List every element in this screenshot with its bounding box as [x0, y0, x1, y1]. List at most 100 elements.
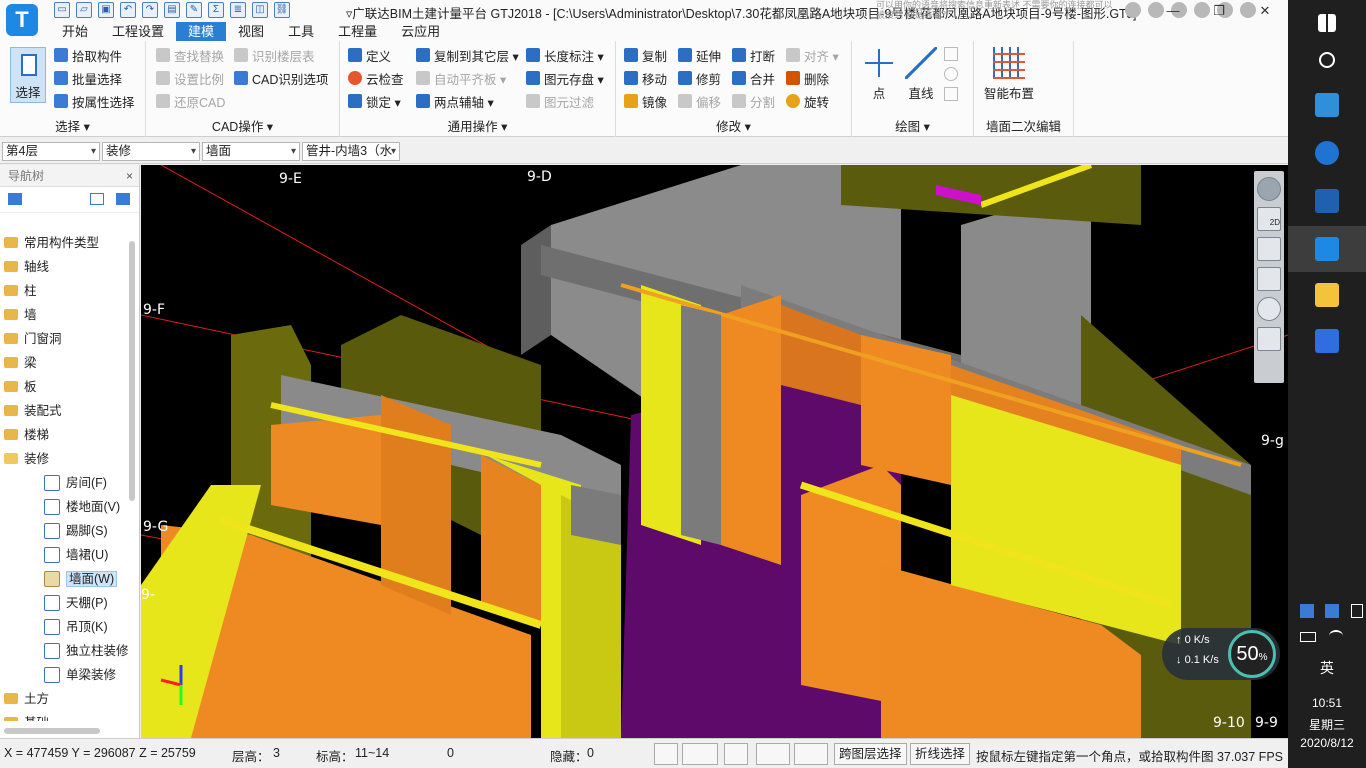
- undo-icon[interactable]: ↶: [120, 2, 136, 18]
- tree-item[interactable]: 门窗洞: [0, 327, 128, 351]
- redo-icon[interactable]: ↷: [142, 2, 158, 18]
- close-button[interactable]: ✕: [1242, 0, 1288, 22]
- delete-button[interactable]: 删除: [786, 68, 829, 88]
- mirror-button[interactable]: 镜像: [624, 91, 667, 111]
- cloud-check-button[interactable]: 云检查: [348, 68, 404, 88]
- tree-subitem-floor-surface[interactable]: 楼地面(V): [0, 495, 128, 519]
- clock-time[interactable]: 10:51: [1288, 696, 1366, 710]
- view-3d-icon[interactable]: [1257, 237, 1281, 261]
- element-save-button[interactable]: 图元存盘 ▾: [526, 68, 604, 88]
- tool-icon[interactable]: ✎: [186, 2, 202, 18]
- search-hint[interactable]: 可以用你的语音将搜索信息重新表述 不需要你的连接都可以被搜到 你是谁呢？: [876, 0, 1121, 22]
- wifi-icon[interactable]: [1329, 630, 1344, 642]
- clock-date[interactable]: 2020/8/12: [1288, 736, 1366, 750]
- cross-icon[interactable]: [724, 743, 748, 765]
- tree-subitem-skirting[interactable]: 踢脚(S): [0, 519, 128, 543]
- net-speed-widget[interactable]: ↑ 0 K/s ↓ 0.1 K/s 50%: [1162, 628, 1280, 680]
- identify-floor-button[interactable]: 识别楼层表: [234, 45, 315, 65]
- battery-icon[interactable]: [1300, 632, 1316, 642]
- length-dim-button[interactable]: 长度标注 ▾: [526, 45, 604, 65]
- tree-item[interactable]: 轴线: [0, 255, 128, 279]
- tree-item[interactable]: 柱: [0, 279, 128, 303]
- taskbar-app[interactable]: [1288, 178, 1366, 224]
- tree-item[interactable]: 板: [0, 375, 128, 399]
- orbit-icon[interactable]: [1257, 177, 1281, 201]
- tab-view[interactable]: 视图: [226, 22, 276, 41]
- tab-modeling[interactable]: 建模: [176, 22, 227, 41]
- smart-layout-button[interactable]: 智能布置: [980, 47, 1038, 102]
- cross-layer-select-button[interactable]: 跨图层选择: [834, 743, 907, 765]
- align-button[interactable]: 对齐 ▾: [786, 45, 839, 65]
- nav-close-icon[interactable]: ×: [126, 165, 133, 187]
- rotate-view-icon[interactable]: [1257, 297, 1281, 321]
- snap-icon[interactable]: [682, 743, 718, 765]
- rectangle-icon[interactable]: [944, 87, 958, 101]
- select-by-attribute-button[interactable]: 按属性选择: [54, 91, 135, 111]
- add-icon[interactable]: [8, 193, 22, 205]
- copy-to-floor-button[interactable]: 复制到其它层 ▾: [416, 45, 519, 65]
- grid-view-icon[interactable]: [116, 193, 130, 205]
- point-button[interactable]: 点: [862, 47, 896, 102]
- select-button[interactable]: 选择: [10, 47, 46, 103]
- two-point-axis-button[interactable]: 两点辅轴 ▾: [416, 91, 494, 111]
- trim-button[interactable]: 修剪: [678, 68, 721, 88]
- common-group-label[interactable]: 通用操作 ▾: [340, 116, 615, 135]
- tab-start[interactable]: 开始: [50, 22, 100, 41]
- volume-icon[interactable]: [1350, 604, 1363, 618]
- list-view-icon[interactable]: [90, 193, 104, 205]
- tree-subitem-beam-finish[interactable]: 单梁装修: [0, 663, 128, 687]
- pick-element-button[interactable]: 拾取构件: [54, 45, 122, 65]
- split-button[interactable]: 分割: [732, 91, 775, 111]
- modify-group-label[interactable]: 修改 ▾: [616, 116, 851, 135]
- clock-weekday[interactable]: 星期三: [1288, 716, 1366, 733]
- merge-button[interactable]: 合并: [732, 68, 775, 88]
- new-file-icon[interactable]: ▭: [54, 2, 70, 18]
- nav-vertical-scrollbar[interactable]: [129, 241, 135, 501]
- tab-quantities[interactable]: 工程量: [326, 22, 389, 41]
- user-icon[interactable]: [1125, 2, 1141, 18]
- open-folder-icon[interactable]: ▱: [76, 2, 92, 18]
- tree-item[interactable]: 楼梯: [0, 423, 128, 447]
- tab-tools[interactable]: 工具: [276, 22, 326, 41]
- taskbar-app[interactable]: [1288, 82, 1366, 128]
- type-select[interactable]: 墙面: [202, 142, 300, 161]
- restore-cad-button[interactable]: 还原CAD: [156, 91, 225, 111]
- tree-subitem-room[interactable]: 房间(F): [0, 471, 128, 495]
- nav-horizontal-scrollbar[interactable]: [4, 728, 100, 734]
- tab-project-settings[interactable]: 工程设置: [100, 22, 176, 41]
- save-icon[interactable]: ▣: [98, 2, 114, 18]
- tree-item-decoration[interactable]: 装修: [0, 447, 128, 471]
- calc-icon[interactable]: Σ: [208, 2, 224, 18]
- tree-subitem-ceiling[interactable]: 天棚(P): [0, 591, 128, 615]
- batch-select-button[interactable]: 批量选择: [54, 68, 122, 88]
- cube-icon[interactable]: ◫: [252, 2, 268, 18]
- line-button[interactable]: 直线: [902, 47, 940, 102]
- rotate-button[interactable]: 旋转: [786, 91, 829, 111]
- taskbar-app[interactable]: [1288, 272, 1366, 318]
- security-icon[interactable]: [1300, 604, 1314, 618]
- arc-icon[interactable]: [944, 47, 958, 61]
- print-icon[interactable]: ▤: [164, 2, 180, 18]
- app-logo-icon[interactable]: T: [6, 4, 38, 36]
- draw-group-label[interactable]: 绘图 ▾: [852, 116, 973, 135]
- report-icon[interactable]: ≣: [230, 2, 246, 18]
- tree-item[interactable]: 梁: [0, 351, 128, 375]
- tree-item[interactable]: 常用构件类型: [0, 231, 128, 255]
- ortho-icon[interactable]: [654, 743, 678, 765]
- tree-item[interactable]: 墙: [0, 303, 128, 327]
- link-icon[interactable]: ⛓: [274, 2, 290, 18]
- move-button[interactable]: 移动: [624, 68, 667, 88]
- tree-item[interactable]: 装配式: [0, 399, 128, 423]
- category-select[interactable]: 装修: [102, 142, 200, 161]
- minimize-button[interactable]: —: [1150, 0, 1196, 22]
- angle-icon[interactable]: [756, 743, 790, 765]
- lock-button[interactable]: 锁定 ▾: [348, 91, 401, 111]
- grid-icon[interactable]: [1257, 327, 1281, 351]
- tree-item[interactable]: 基础: [0, 711, 128, 721]
- tree-subitem-column-finish[interactable]: 独立柱装修: [0, 639, 129, 663]
- set-scale-button[interactable]: 设置比例: [156, 68, 224, 88]
- define-button[interactable]: 定义: [348, 45, 391, 65]
- tree-subitem-dado[interactable]: 墙裙(U): [0, 543, 128, 567]
- taskbar-app[interactable]: [1288, 130, 1366, 176]
- tree-subitem-wall-surface[interactable]: 墙面(W): [0, 567, 128, 591]
